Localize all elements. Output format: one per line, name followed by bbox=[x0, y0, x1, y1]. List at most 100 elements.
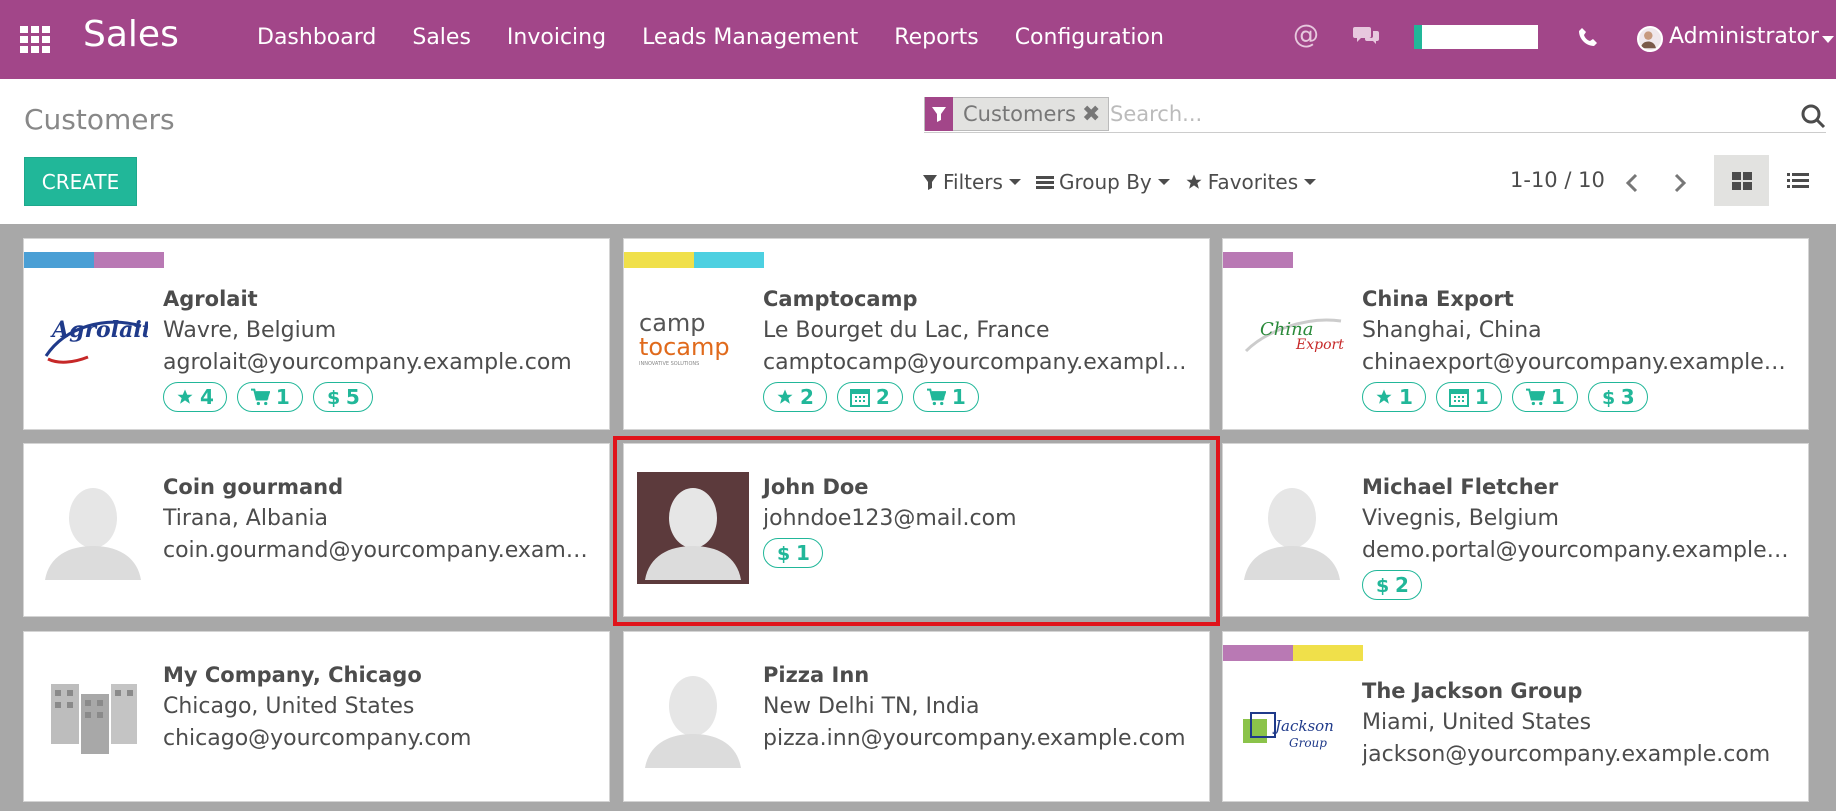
meetings-badge[interactable]: 1 bbox=[1435, 382, 1502, 412]
mentions-icon[interactable]: @ bbox=[1293, 20, 1319, 50]
customer-email: demo.portal@yourcompany.example.com bbox=[1362, 538, 1792, 563]
phone-icon[interactable] bbox=[1577, 26, 1599, 48]
star-icon bbox=[177, 389, 193, 404]
customer-name: China Export bbox=[1362, 287, 1514, 311]
tag-bar bbox=[1223, 645, 1363, 661]
quick-search-box[interactable] bbox=[1414, 25, 1538, 49]
dollar-icon: $ bbox=[1376, 575, 1389, 595]
customer-card[interactable]: My Company, Chicago Chicago, United Stat… bbox=[23, 631, 610, 802]
search-facet: Customers ✖ bbox=[924, 97, 1110, 131]
company-building-icon bbox=[37, 660, 149, 772]
dollar-icon: $ bbox=[1602, 387, 1615, 407]
customer-card[interactable]: China Export China Export Shanghai, China… bbox=[1222, 238, 1809, 430]
customer-card[interactable]: Jackson Group The Jackson Group Miami, Un… bbox=[1222, 631, 1809, 802]
invoices-badge[interactable]: $3 bbox=[1587, 382, 1648, 412]
groupby-label: Group By bbox=[1058, 170, 1152, 194]
customer-name: Agrolait bbox=[163, 287, 258, 311]
filters-label: Filters bbox=[943, 170, 1003, 194]
chevron-left-icon[interactable] bbox=[1620, 170, 1646, 196]
opportunities-badge[interactable]: 2 bbox=[763, 382, 827, 412]
menu-item-sales[interactable]: Sales bbox=[412, 25, 471, 50]
cart-icon bbox=[250, 388, 270, 406]
menu-item-dashboard[interactable]: Dashboard bbox=[257, 25, 376, 50]
customer-card[interactable]: Pizza Inn New Delhi TN, India pizza.inn@… bbox=[623, 631, 1210, 802]
customer-email: coin.gourmand@yourcompany.example.... bbox=[163, 538, 593, 563]
invoices-badge[interactable]: $5 bbox=[312, 382, 373, 412]
top-navbar: Sales Dashboard Sales Invoicing Leads Ma… bbox=[0, 0, 1836, 79]
customer-card[interactable]: Michael Fletcher Vivegnis, Belgium demo.… bbox=[1222, 443, 1809, 617]
customer-card[interactable]: Coin gourmand Tirana, Albania coin.gourm… bbox=[23, 443, 610, 617]
filters-dropdown[interactable]: Filters bbox=[922, 170, 1021, 194]
pager-value[interactable]: 1-10 / 10 bbox=[1510, 168, 1605, 192]
customer-address: New Delhi TN, India bbox=[763, 694, 980, 719]
facet-remove-icon[interactable]: ✖ bbox=[1082, 102, 1108, 127]
opportunities-badge[interactable]: 4 bbox=[163, 382, 227, 412]
company-logo: camp tocamp INNOVATIVE SOLUTIONS bbox=[637, 280, 749, 392]
menu-item-reports[interactable]: Reports bbox=[894, 25, 978, 50]
customer-card[interactable]: camp tocamp INNOVATIVE SOLUTIONS Camptocam… bbox=[623, 238, 1210, 430]
kanban-view-button[interactable] bbox=[1714, 155, 1769, 206]
user-menu-caret-icon[interactable] bbox=[1822, 36, 1834, 43]
selection-highlight bbox=[613, 436, 1220, 626]
customer-email: jackson@yourcompany.example.com bbox=[1362, 742, 1771, 767]
svg-text:Jackson: Jackson bbox=[1272, 717, 1334, 735]
star-icon bbox=[777, 389, 793, 404]
caret-down-icon bbox=[1157, 179, 1170, 185]
customer-address: Le Bourget du Lac, France bbox=[763, 318, 1050, 343]
chat-icon[interactable] bbox=[1352, 24, 1380, 46]
customer-address: Vivegnis, Belgium bbox=[1362, 506, 1559, 531]
customer-card[interactable]: Agrolait Agrolait Wavre, Belgium agrolai… bbox=[23, 238, 610, 430]
search-options: Filters Group By Favorites bbox=[922, 170, 1331, 194]
sales-badge[interactable]: 1 bbox=[236, 382, 303, 412]
customer-name: Pizza Inn bbox=[763, 663, 870, 687]
customer-address: Shanghai, China bbox=[1362, 318, 1542, 343]
main-menu: Dashboard Sales Invoicing Leads Manageme… bbox=[257, 25, 1200, 50]
svg-text:$: $ bbox=[327, 387, 340, 407]
dollar-icon: $ bbox=[327, 387, 340, 407]
customer-email: camptocamp@yourcompany.example.c... bbox=[763, 350, 1193, 375]
avatar-placeholder-icon bbox=[637, 660, 749, 772]
favorites-dropdown[interactable]: Favorites bbox=[1185, 170, 1317, 194]
svg-text:INNOVATIVE SOLUTIONS: INNOVATIVE SOLUTIONS bbox=[639, 361, 699, 367]
search-input[interactable] bbox=[1110, 99, 1750, 129]
app-brand: Sales bbox=[83, 14, 179, 55]
customer-address: Wavre, Belgium bbox=[163, 318, 337, 343]
groupby-dropdown[interactable]: Group By bbox=[1035, 170, 1170, 194]
customer-email: agrolait@yourcompany.example.com bbox=[163, 350, 572, 375]
star-icon bbox=[1185, 173, 1203, 191]
customer-name: The Jackson Group bbox=[1362, 679, 1583, 703]
opportunities-badge[interactable]: 1 bbox=[1362, 382, 1426, 412]
tag-bar bbox=[1223, 252, 1293, 268]
svg-text:Export: Export bbox=[1295, 337, 1344, 353]
caret-down-icon bbox=[1008, 179, 1021, 185]
menu-item-invoicing[interactable]: Invoicing bbox=[507, 25, 606, 50]
search-icon[interactable] bbox=[1800, 103, 1826, 129]
menu-item-configuration[interactable]: Configuration bbox=[1015, 25, 1164, 50]
company-logo: Agrolait bbox=[37, 280, 149, 392]
caret-down-icon bbox=[1304, 179, 1317, 185]
create-button[interactable]: CREATE bbox=[24, 157, 137, 206]
customer-email: pizza.inn@yourcompany.example.com bbox=[763, 726, 1186, 751]
customer-address: Chicago, United States bbox=[163, 694, 415, 719]
user-menu-label[interactable]: Administrator bbox=[1669, 24, 1819, 49]
favorites-label: Favorites bbox=[1207, 170, 1299, 194]
sales-badge[interactable]: 1 bbox=[1511, 382, 1578, 412]
customer-name: Camptocamp bbox=[763, 287, 918, 311]
chevron-right-icon[interactable] bbox=[1666, 170, 1692, 196]
customer-email: chicago@yourcompany.com bbox=[163, 726, 472, 751]
meetings-badge[interactable]: 2 bbox=[836, 382, 903, 412]
company-logo: China Export bbox=[1236, 280, 1348, 392]
customer-address: Tirana, Albania bbox=[163, 506, 328, 531]
svg-text:Agrolait: Agrolait bbox=[50, 317, 148, 343]
calendar-icon bbox=[1448, 389, 1469, 407]
company-logo: Jackson Group bbox=[1236, 676, 1348, 788]
sales-badge[interactable]: 1 bbox=[912, 382, 979, 412]
menu-item-leads-management[interactable]: Leads Management bbox=[642, 25, 858, 50]
th-large-icon bbox=[1731, 171, 1752, 190]
list-view-button[interactable] bbox=[1770, 155, 1825, 206]
user-avatar[interactable] bbox=[1637, 26, 1663, 52]
svg-text:$: $ bbox=[1376, 575, 1389, 595]
svg-text:tocamp: tocamp bbox=[639, 333, 730, 361]
invoices-badge[interactable]: $2 bbox=[1362, 570, 1422, 600]
apps-menu-icon[interactable] bbox=[20, 26, 52, 53]
